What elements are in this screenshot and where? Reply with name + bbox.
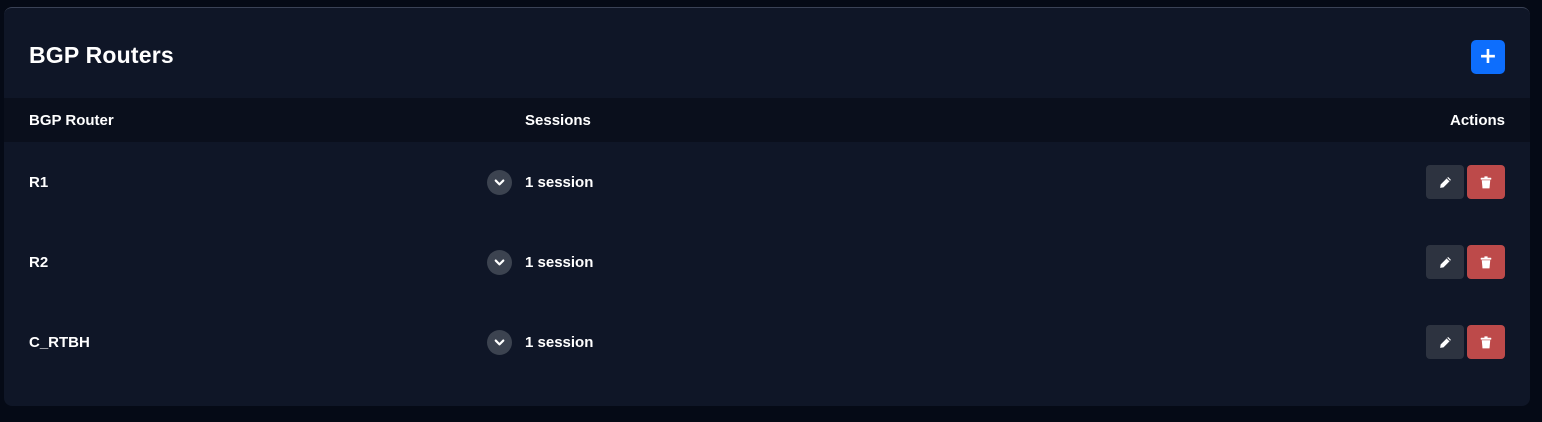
expand-sessions-button[interactable] — [487, 250, 512, 275]
router-name: R1 — [29, 174, 49, 191]
delete-button[interactable] — [1467, 165, 1505, 199]
session-count: 1 session — [525, 254, 594, 271]
column-header-sessions: Sessions — [525, 112, 591, 129]
session-count: 1 session — [525, 334, 594, 351]
table-row: R1 1 session — [4, 142, 1530, 222]
delete-button[interactable] — [1467, 325, 1505, 359]
pencil-icon — [1439, 256, 1451, 268]
trash-icon — [1480, 335, 1492, 348]
chevron-down-icon — [494, 179, 505, 186]
table-header: BGP Router Sessions Actions — [4, 98, 1530, 142]
column-header-router: BGP Router — [29, 112, 114, 129]
trash-icon — [1480, 175, 1492, 188]
table-row: R2 1 session — [4, 222, 1530, 302]
chevron-down-icon — [494, 339, 505, 346]
edit-button[interactable] — [1426, 325, 1464, 359]
chevron-down-icon — [494, 259, 505, 266]
router-name: R2 — [29, 254, 49, 271]
session-count: 1 session — [525, 174, 594, 191]
pencil-icon — [1439, 176, 1451, 188]
expand-sessions-button[interactable] — [487, 170, 512, 195]
pencil-icon — [1439, 336, 1451, 348]
card-header: BGP Routers + — [4, 8, 1530, 98]
page-title: BGP Routers — [29, 42, 174, 68]
edit-button[interactable] — [1426, 245, 1464, 279]
plus-icon: + — [1478, 44, 1498, 69]
column-header-actions: Actions — [1449, 112, 1505, 129]
trash-icon — [1480, 255, 1492, 268]
bgp-routers-card: BGP Routers + BGP Router Sessions Action… — [4, 7, 1530, 406]
router-name: C_RTBH — [29, 334, 90, 351]
delete-button[interactable] — [1467, 245, 1505, 279]
add-router-button[interactable]: + — [1471, 40, 1505, 74]
table-row: C_RTBH 1 session — [4, 302, 1530, 382]
edit-button[interactable] — [1426, 165, 1464, 199]
expand-sessions-button[interactable] — [487, 330, 512, 355]
